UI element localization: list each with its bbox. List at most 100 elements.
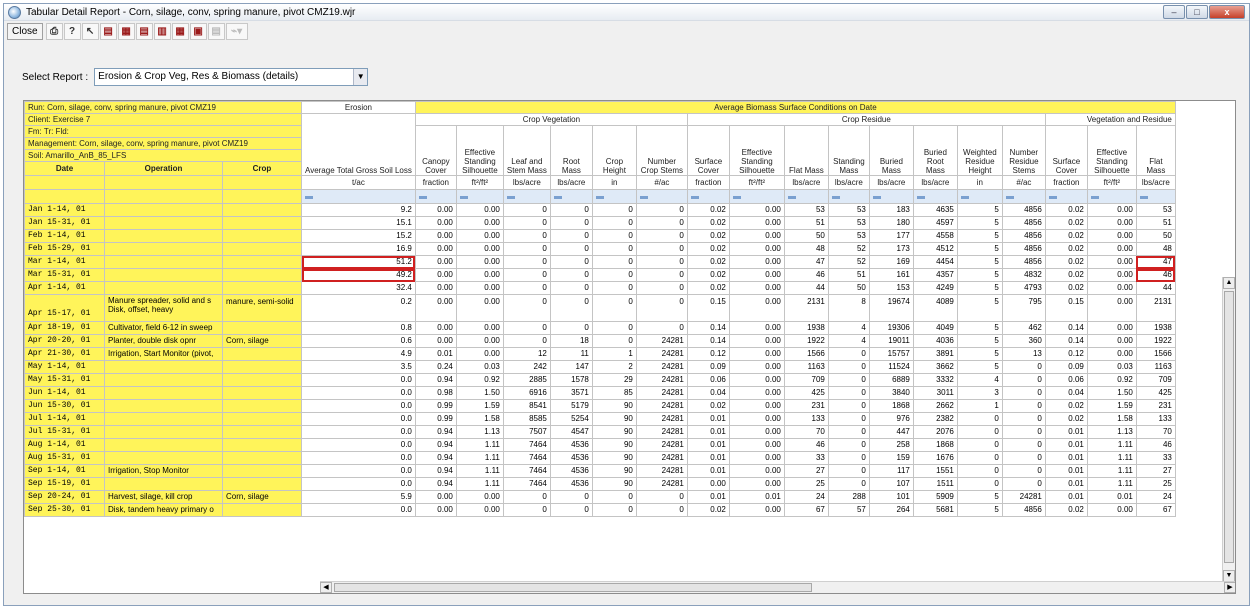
table-row[interactable]: Sep 20-24, 01 Harvest, silage, kill crop C… (24, 490, 1176, 504)
value-cell: 0 (635, 216, 688, 230)
table-row[interactable]: Jun 15-30, 01 0.0 0.99 1.59 8541 5179 90 24281 0… (24, 399, 1176, 413)
filter-cell-3[interactable] (502, 189, 551, 204)
table-row[interactable]: Feb 15-29, 01 16.9 0.00 0.00 0 0 0 0 0.02 0.00 48 5… (24, 242, 1176, 256)
table-row[interactable]: Jan 15-31, 01 15.1 0.00 0.00 0 0 0 0 0.02 0.00 51 5… (24, 216, 1176, 230)
value-cell: 24281 (635, 399, 688, 413)
group-avg-biomass: Average Biomass Surface Conditions on Da… (414, 101, 1176, 114)
value-cell: 0.00 (414, 281, 457, 295)
value-cell: 976 (868, 412, 914, 426)
value-cell: 0.00 (1086, 229, 1137, 243)
value-cell: 4536 (549, 477, 593, 491)
crop-cell (222, 360, 302, 374)
filter-cell-7[interactable] (686, 189, 730, 204)
value-cell: 0.01 (686, 412, 730, 426)
minimize-button[interactable]: – (1163, 5, 1185, 19)
date-cell: Feb 1-14, 01 (24, 229, 105, 243)
filter-cell-17[interactable] (1135, 189, 1176, 204)
filter-cell-15[interactable] (1044, 189, 1088, 204)
report-icon-2[interactable]: ▦ (117, 22, 135, 40)
date-cell: Aug 1-14, 01 (24, 438, 105, 452)
value-cell: 0 (635, 268, 688, 282)
table-row[interactable]: Sep 15-19, 01 0.0 0.94 1.11 7464 4536 90 24281 0… (24, 477, 1176, 491)
filter-cell-11[interactable] (868, 189, 914, 204)
vertical-scroll-thumb[interactable] (1224, 291, 1234, 563)
table-row[interactable]: Mar 15-31, 01 49.2 0.00 0.00 0 0 0 0 0.02 0.00 46 5… (24, 268, 1176, 282)
table-row[interactable]: Feb 1-14, 01 15.2 0.00 0.00 0 0 0 0 0.02 0.00 50 53… (24, 229, 1176, 243)
value-cell: 0 (635, 203, 688, 217)
value-cell: 1938 (1135, 321, 1176, 335)
report-icon-6[interactable]: ▣ (189, 22, 207, 40)
filter-cell-12[interactable] (912, 189, 958, 204)
filter-cell-10[interactable] (827, 189, 870, 204)
table-row[interactable]: Sep 25-30, 01 Disk, tandem heavy primary … (24, 503, 1176, 517)
filter-cell-0[interactable] (301, 189, 416, 204)
filter-cell-16[interactable] (1086, 189, 1137, 204)
table-row[interactable]: May 15-31, 01 0.0 0.94 0.92 2885 1578 29 24281 0… (24, 373, 1176, 387)
vertical-scrollbar[interactable]: ▲ ▼ (1222, 277, 1235, 582)
table-row[interactable]: Jul 15-31, 01 0.0 0.94 1.13 7507 4547 90 24281 0… (24, 425, 1176, 439)
table-row[interactable]: Apr 21-30, 01 Irrigation, Start Monitor (… (24, 347, 1176, 361)
report-select[interactable]: Erosion & Crop Veg, Res & Biomass (detai… (94, 68, 369, 86)
col-date[interactable]: Date (24, 161, 105, 176)
report-icon-1[interactable]: ▤ (99, 22, 117, 40)
scroll-left-icon[interactable]: ◀ (320, 582, 332, 593)
value-cell: 1 (956, 399, 1003, 413)
value-cell: 0.00 (455, 347, 504, 361)
help-icon[interactable]: ? (63, 22, 81, 40)
horizontal-scrollbar[interactable]: ◀ ▶ (320, 581, 1235, 593)
scroll-up-icon[interactable]: ▲ (1223, 277, 1235, 289)
value-cell: 360 (1001, 334, 1046, 348)
filter-cell-4[interactable] (549, 189, 593, 204)
value-cell: 0 (635, 503, 688, 517)
col-operation[interactable]: Operation (104, 161, 223, 176)
filter-cell-2[interactable] (455, 189, 504, 204)
table-row[interactable]: Sep 1-14, 01 Irrigation, Stop Monitor 0.0 0… (24, 464, 1176, 478)
chart-dropdown-icon[interactable]: ⌁▾ (225, 22, 248, 40)
filter-cell-14[interactable] (1001, 189, 1046, 204)
filter-cell-13[interactable] (956, 189, 1003, 204)
table-row[interactable]: Apr 15-17, 01 Manure spreader, solid and … (24, 294, 1176, 322)
table-row[interactable]: Jun 1-14, 01 0.0 0.98 1.50 6916 3571 85 24281 0.… (24, 386, 1176, 400)
scroll-right-icon[interactable]: ▶ (1224, 582, 1235, 593)
value-cell: 0 (502, 321, 551, 335)
report-icon-3[interactable]: ▤ (135, 22, 153, 40)
value-cell: 173 (868, 242, 914, 256)
report-icon-5[interactable]: ▦ (171, 22, 189, 40)
table-row[interactable]: Jul 1-14, 01 0.0 0.99 1.58 8585 5254 90 24281 0.… (24, 412, 1176, 426)
col-crop[interactable]: Crop (222, 161, 302, 176)
table-row[interactable]: Mar 1-14, 01 51.2 0.00 0.00 0 0 0 0 0.02 0.00 47 52… (24, 255, 1176, 269)
value-cell: 0 (635, 321, 688, 335)
filter-cell-1[interactable] (414, 189, 457, 204)
value-cell: 0.02 (1044, 412, 1088, 426)
col-head-12: Buried Root Mass (912, 125, 958, 176)
chevron-down-icon[interactable]: ▼ (353, 69, 368, 85)
value-cell: 0.00 (455, 503, 504, 517)
context-help-icon[interactable]: ↖ (81, 22, 99, 40)
value-cell: 4357 (912, 268, 958, 282)
group-erosion: Erosion (301, 101, 416, 114)
maximize-button[interactable]: □ (1186, 5, 1208, 19)
unit-16: ft²/ft² (1086, 175, 1137, 190)
value-cell: 0 (827, 412, 870, 426)
table-row[interactable]: Apr 18-19, 01 Cultivator, field 6-12 in s… (24, 321, 1176, 335)
table-row[interactable]: Apr 20-20, 01 Planter, double disk opnr Co… (24, 334, 1176, 348)
close-window-button[interactable]: x (1209, 5, 1245, 19)
filter-cell-9[interactable] (783, 189, 829, 204)
value-cell: 24281 (635, 425, 688, 439)
value-cell: 231 (1135, 399, 1176, 413)
date-cell: Apr 18-19, 01 (24, 321, 105, 335)
table-row[interactable]: Jan 1-14, 01 9.2 0.00 0.00 0 0 0 0 0.02 0.00 53 53 1… (24, 203, 1176, 217)
table-row[interactable]: Apr 1-14, 01 32.4 0.00 0.00 0 0 0 0 0.02 0.00 44 50… (24, 281, 1176, 295)
table-row[interactable]: May 1-14, 01 3.5 0.24 0.03 242 147 2 24281 0.09 0… (24, 360, 1176, 374)
horizontal-scroll-thumb[interactable] (334, 583, 812, 592)
table-row[interactable]: Aug 1-14, 01 0.0 0.94 1.11 7464 4536 90 24281 0.… (24, 438, 1176, 452)
value-cell: 48 (1135, 242, 1176, 256)
table-row[interactable]: Aug 15-31, 01 0.0 0.94 1.11 7464 4536 90 24281 0… (24, 451, 1176, 465)
value-cell: 425 (1135, 386, 1176, 400)
report-icon-4[interactable]: ▥ (153, 22, 171, 40)
close-button[interactable]: Close (7, 22, 43, 40)
printer-icon[interactable]: ⎙ (45, 22, 63, 40)
filter-cell-8[interactable] (728, 189, 785, 204)
filter-cell-6[interactable] (635, 189, 688, 204)
filter-cell-5[interactable] (591, 189, 637, 204)
